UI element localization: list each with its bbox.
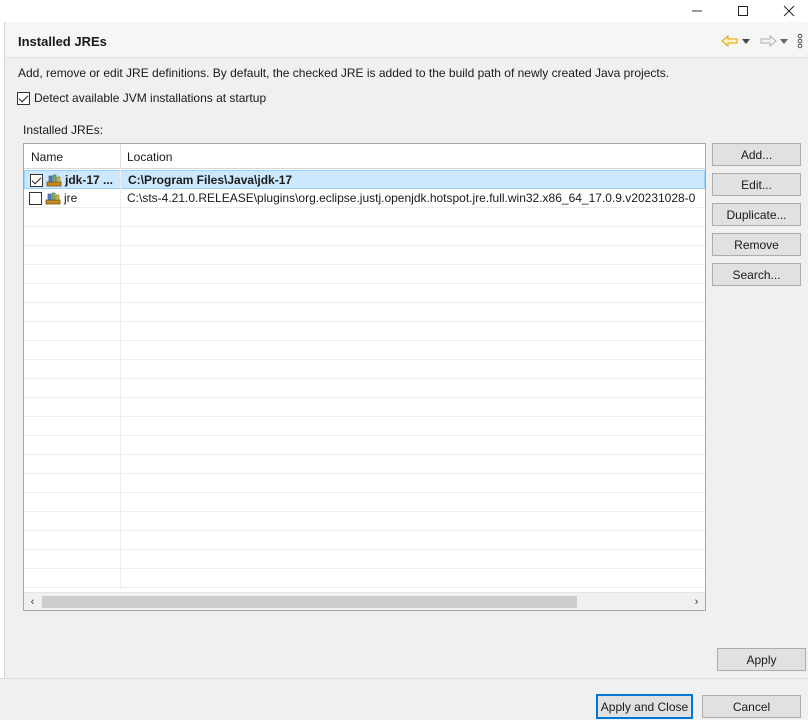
cancel-button[interactable]: Cancel — [702, 695, 801, 718]
empty-row — [24, 360, 705, 379]
empty-row — [24, 512, 705, 531]
jre-name-cell: jre — [29, 191, 77, 205]
empty-row — [24, 379, 705, 398]
page-header: Installed JREs — [5, 22, 808, 58]
add-button[interactable]: Add... — [712, 143, 801, 166]
table-row[interactable]: jre C:\sts-4.21.0.RELEASE\plugins\org.ec… — [24, 189, 705, 208]
jre-default-checkbox[interactable] — [30, 173, 43, 187]
table-row[interactable]: jdk-17 ... C:\Program Files\Java\jdk-17 — [24, 170, 705, 189]
empty-row — [24, 417, 705, 436]
jre-library-icon — [46, 174, 62, 187]
column-header-location[interactable]: Location — [127, 150, 172, 164]
column-divider[interactable] — [120, 144, 121, 169]
empty-row — [24, 455, 705, 474]
apply-and-close-button[interactable]: Apply and Close — [596, 694, 693, 719]
detect-jvm-label: Detect available JVM installations at st… — [34, 91, 267, 105]
detect-jvm-option[interactable]: Detect available JVM installations at st… — [17, 91, 266, 105]
empty-row — [24, 531, 705, 550]
scroll-left-arrow-icon[interactable]: ‹ — [24, 593, 41, 610]
empty-row — [24, 474, 705, 493]
page-nav-toolbar — [721, 32, 803, 50]
forward-dropdown-icon[interactable] — [779, 32, 789, 50]
jre-name: jdk-17 ... — [65, 173, 114, 187]
empty-row — [24, 322, 705, 341]
view-menu-icon[interactable] — [797, 32, 803, 50]
scrollbar-thumb[interactable] — [42, 596, 577, 608]
installed-jres-table[interactable]: Name Location jdk-17 ... C:\Program File… — [23, 143, 706, 611]
horizontal-scrollbar[interactable]: ‹ › — [24, 592, 705, 610]
detect-jvm-checkbox[interactable] — [17, 91, 30, 105]
minimize-button[interactable] — [674, 0, 720, 22]
table-header: Name Location — [24, 144, 705, 169]
empty-row — [24, 208, 705, 227]
empty-row — [24, 227, 705, 246]
page-description: Add, remove or edit JRE definitions. By … — [18, 66, 670, 80]
forward-arrow-icon[interactable] — [759, 32, 777, 50]
dialog-button-bar: Apply and Close Cancel — [0, 678, 808, 720]
jre-location: C:\Program Files\Java\jdk-17 — [128, 173, 293, 187]
empty-row — [24, 550, 705, 569]
preference-page: Installed JREs Add, remove or edit JRE d… — [4, 22, 808, 678]
window-title-bar — [0, 0, 808, 22]
maximize-icon — [738, 6, 748, 16]
search-button[interactable]: Search... — [712, 263, 801, 286]
empty-row — [24, 265, 705, 284]
scroll-right-arrow-icon[interactable]: › — [688, 593, 705, 610]
page-title: Installed JREs — [18, 34, 107, 49]
maximize-button[interactable] — [720, 0, 766, 22]
minimize-icon — [692, 10, 702, 12]
jre-name: jre — [64, 191, 78, 205]
table-body: jdk-17 ... C:\Program Files\Java\jdk-17 … — [24, 170, 705, 590]
empty-row — [24, 284, 705, 303]
jre-name-cell: jdk-17 ... — [30, 173, 113, 187]
empty-row — [24, 341, 705, 360]
apply-button[interactable]: Apply — [717, 648, 806, 671]
empty-row — [24, 303, 705, 322]
remove-button[interactable]: Remove — [712, 233, 801, 256]
empty-row — [24, 246, 705, 265]
duplicate-button[interactable]: Duplicate... — [712, 203, 801, 226]
close-icon — [783, 5, 795, 17]
column-divider-line — [120, 170, 121, 590]
back-dropdown-icon[interactable] — [741, 32, 751, 50]
empty-row — [24, 436, 705, 455]
jre-default-checkbox[interactable] — [29, 191, 42, 205]
jre-library-icon — [45, 192, 61, 205]
empty-row — [24, 398, 705, 417]
empty-row — [24, 493, 705, 512]
close-button[interactable] — [766, 0, 808, 22]
empty-row — [24, 569, 705, 588]
installed-jres-label: Installed JREs: — [23, 123, 104, 137]
edit-button[interactable]: Edit... — [712, 173, 801, 196]
back-arrow-icon[interactable] — [721, 32, 739, 50]
jre-location: C:\sts-4.21.0.RELEASE\plugins\org.eclips… — [127, 191, 696, 205]
column-header-name[interactable]: Name — [31, 150, 63, 164]
